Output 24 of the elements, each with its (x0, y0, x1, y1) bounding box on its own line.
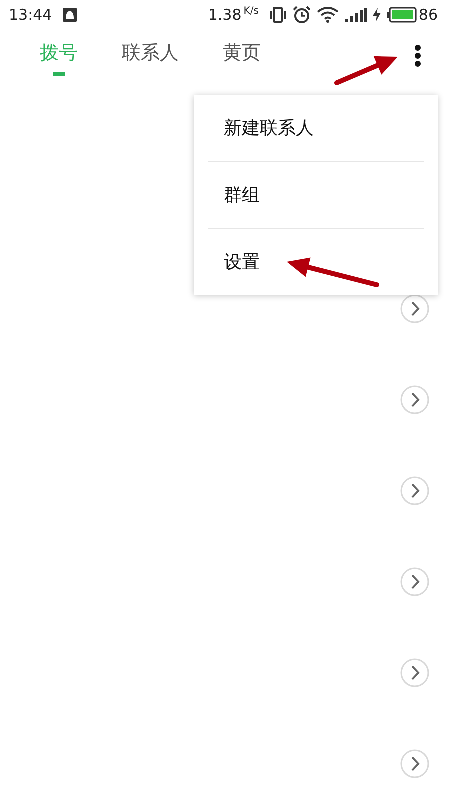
speed-unit: K/s (244, 6, 259, 17)
chevron-right-icon[interactable] (400, 566, 430, 596)
annotation-arrow (334, 56, 398, 86)
more-icon[interactable] (414, 44, 422, 68)
network-speed: 1.38 (208, 6, 242, 24)
wifi-icon (316, 7, 339, 23)
chevron-right-icon[interactable] (400, 748, 430, 778)
menu-item[interactable]: 群组 (208, 162, 424, 229)
menu-item[interactable]: 设置 (208, 229, 424, 295)
battery-percent: 86 (418, 6, 438, 24)
menu-item[interactable]: 新建联系人 (208, 95, 424, 162)
clock-time: 13:44 (9, 6, 52, 24)
chevron-right-icon[interactable] (400, 294, 430, 324)
chevron-right-icon[interactable] (400, 658, 430, 688)
alarm-icon (292, 6, 311, 24)
chevron-right-icon[interactable] (400, 384, 430, 414)
chevron-right-icon[interactable] (400, 476, 430, 506)
charging-icon (372, 8, 381, 22)
notification-icon (62, 7, 78, 23)
vibrate-icon (268, 7, 287, 23)
tab[interactable]: 联系人 (110, 36, 191, 76)
signal-icon (344, 8, 367, 22)
battery-icon (386, 7, 417, 23)
tab[interactable]: 黄页 (211, 36, 273, 76)
